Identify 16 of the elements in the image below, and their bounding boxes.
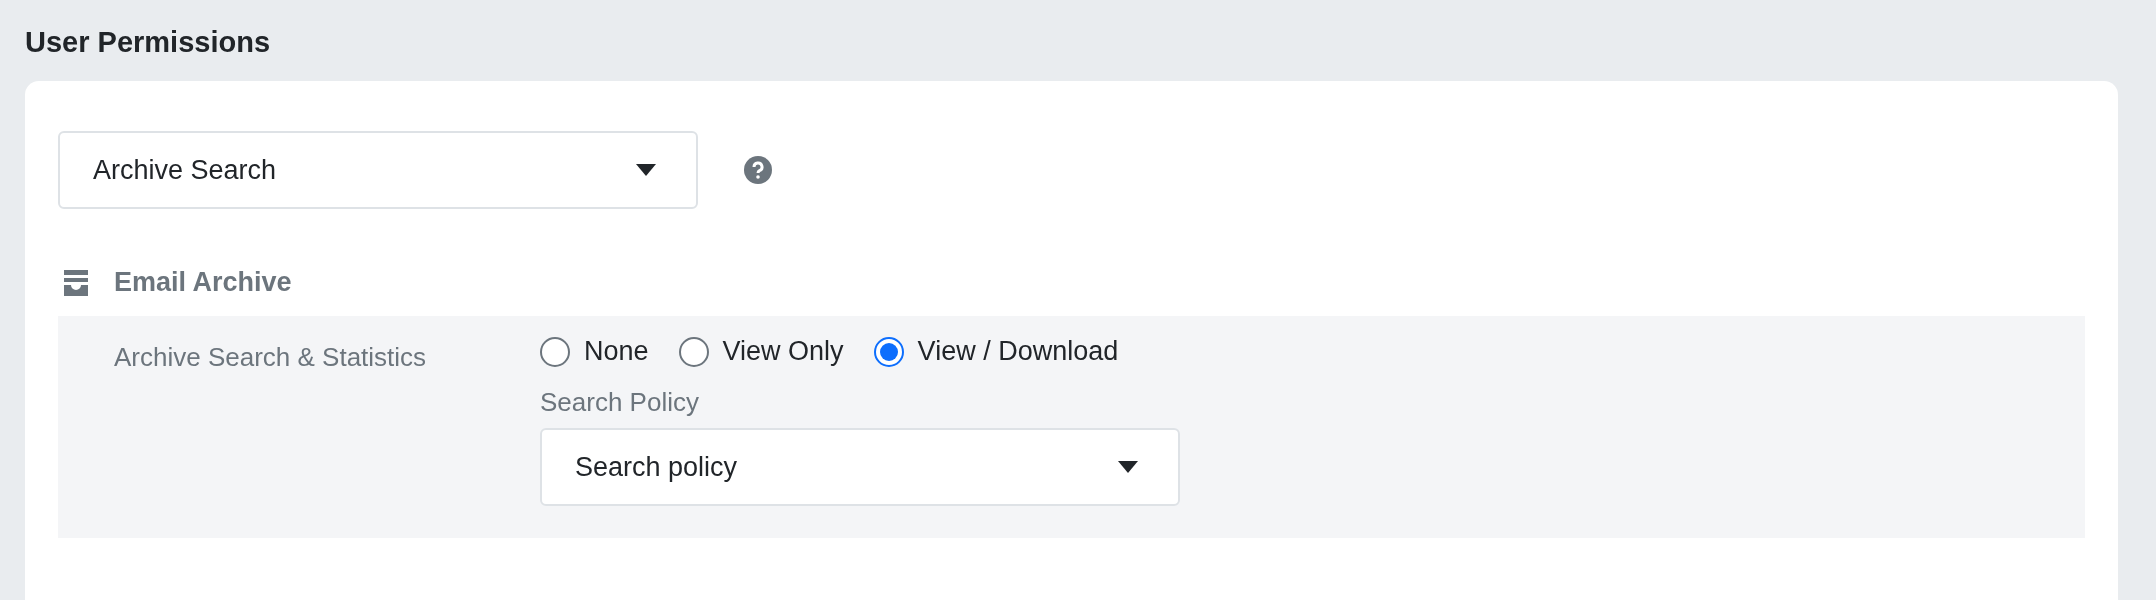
archive-box-icon <box>64 269 88 296</box>
page-title: User Permissions <box>25 26 271 59</box>
section-title: Email Archive <box>114 267 292 298</box>
help-icon <box>744 156 772 184</box>
caret-icon <box>636 164 656 176</box>
policy-select[interactable]: Search policy <box>540 428 1180 506</box>
field-label: Search Policy <box>540 387 700 418</box>
caret-icon <box>1118 461 1138 473</box>
radio-circle[interactable] <box>678 336 709 367</box>
radio-option[interactable]: View / Download <box>873 336 1119 367</box>
radio-option[interactable]: View Only <box>678 336 844 367</box>
radio-circle[interactable] <box>540 336 570 367</box>
radio-circle[interactable] <box>873 336 904 367</box>
permission-label: Archive Search & Statistics <box>114 341 428 373</box>
radio-option[interactable]: None <box>540 336 649 367</box>
module-select[interactable]: Archive Search <box>58 131 698 209</box>
